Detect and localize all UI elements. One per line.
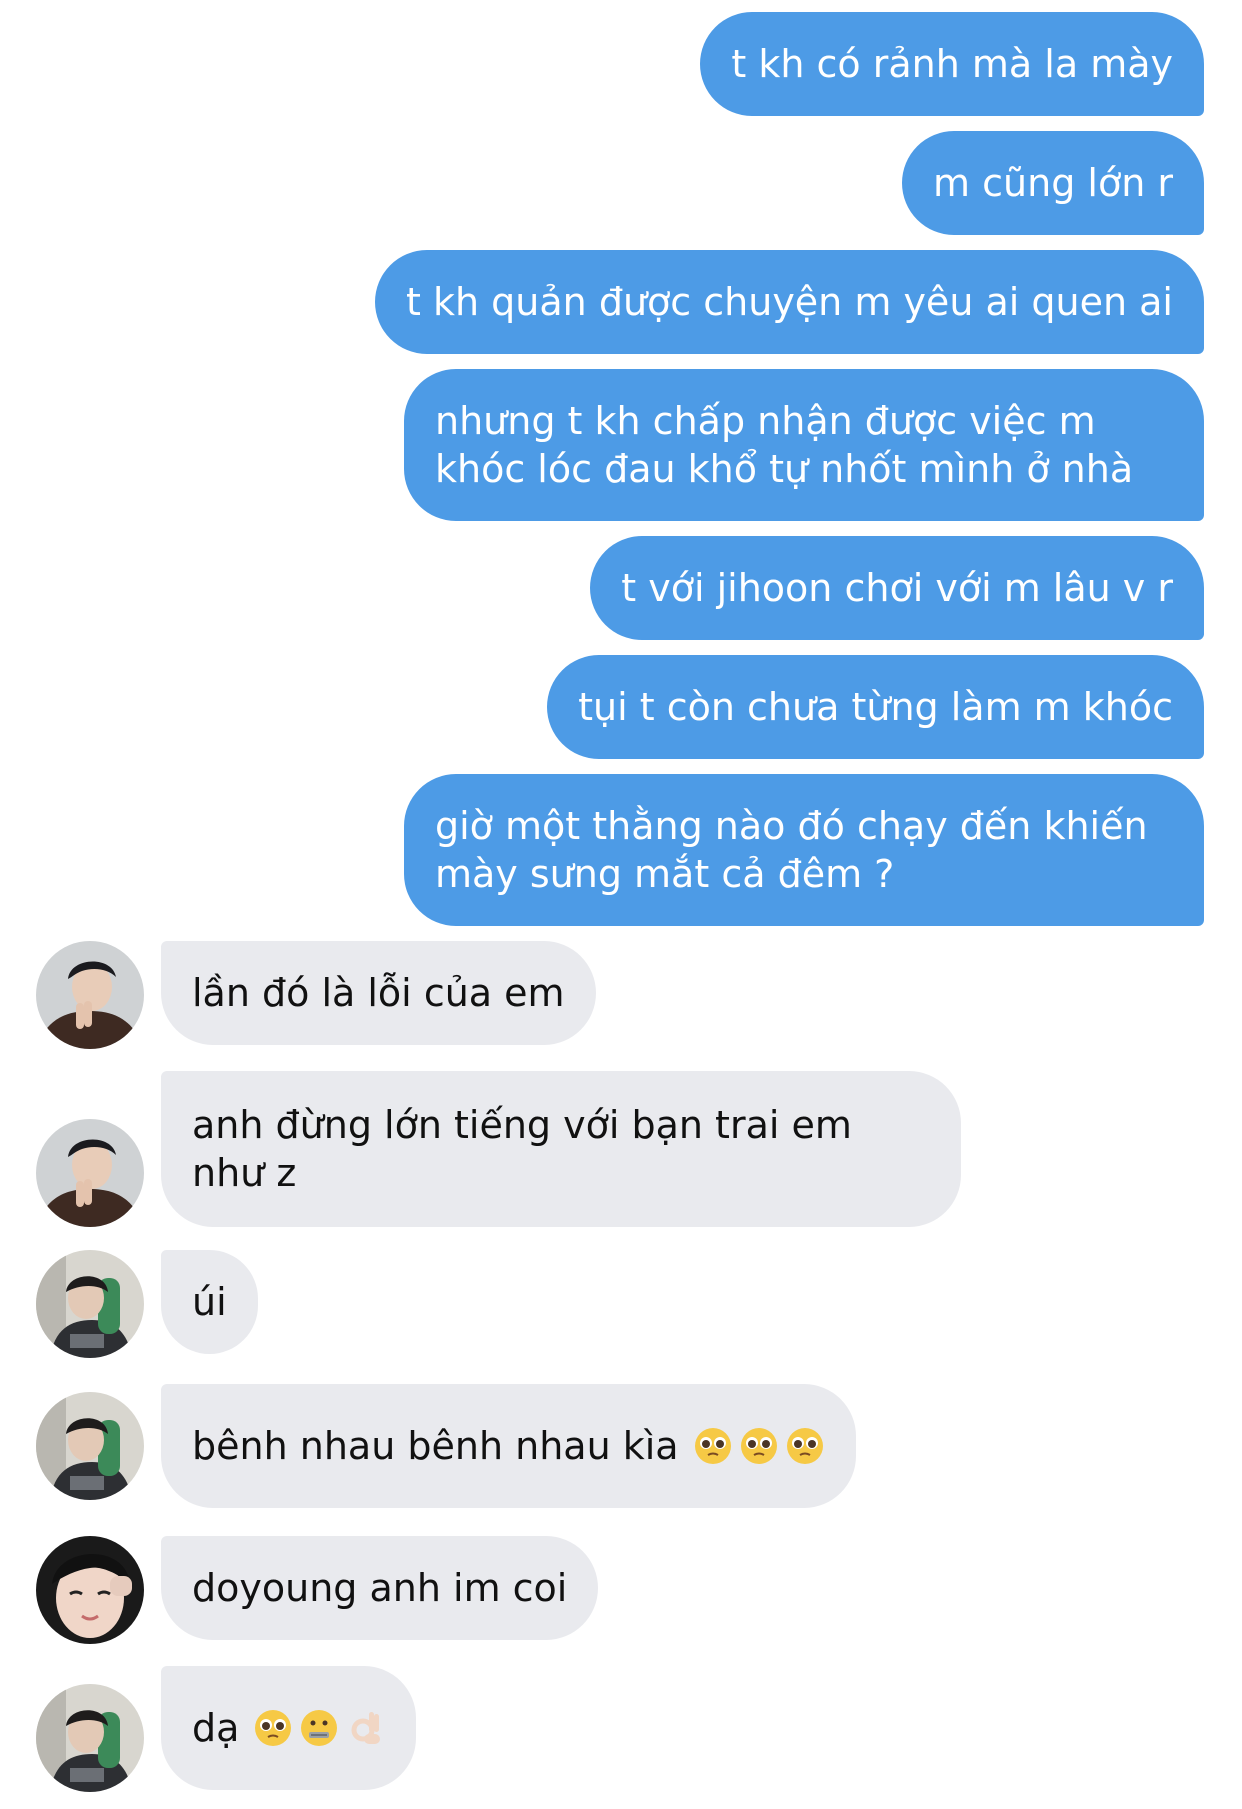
outgoing-message[interactable]: tụi t còn chưa từng làm m khóc (547, 655, 1204, 759)
pleading-face-emoji (253, 1708, 293, 1748)
incoming-message[interactable]: anh đừng lớn tiếng với bạn trai em như z (161, 1071, 961, 1227)
avatar-green-sleeve-image (36, 1392, 144, 1500)
message-thread: t kh có rảnh mà la mày m cũng lớn r t kh… (0, 0, 1242, 1809)
message-text: nhưng t kh chấp nhận được việc m khóc ló… (435, 399, 1134, 491)
avatar-closeup-face[interactable] (36, 1536, 144, 1644)
message-text: anh đừng lớn tiếng với bạn trai em như z (192, 1103, 852, 1195)
avatar-green-sleeve[interactable] (36, 1250, 144, 1358)
message-text: dạ (192, 1706, 240, 1750)
message-text: lần đó là lỗi của em (192, 971, 565, 1015)
avatar-green-sleeve[interactable] (36, 1392, 144, 1500)
pleading-face-emoji (785, 1426, 825, 1466)
outgoing-message[interactable]: t kh quản được chuyện m yêu ai quen ai (375, 250, 1204, 354)
zipper-mouth-face-emoji (299, 1708, 339, 1748)
pleading-face-emoji (739, 1426, 779, 1466)
avatar-brown-jacket[interactable] (36, 1119, 144, 1227)
message-text: m cũng lớn r (933, 161, 1173, 205)
message-text: bênh nhau bênh nhau kìa (192, 1424, 679, 1468)
avatar-brown-jacket-image (36, 941, 144, 1049)
outgoing-message[interactable]: t với jihoon chơi với m lâu v r (590, 536, 1204, 640)
message-text: t với jihoon chơi với m lâu v r (621, 566, 1173, 610)
outgoing-message[interactable]: giờ một thằng nào đó chạy đến khiến mày … (404, 774, 1204, 926)
message-text: úi (192, 1280, 227, 1324)
message-text: tụi t còn chưa từng làm m khóc (578, 685, 1173, 729)
outgoing-message[interactable]: m cũng lớn r (902, 131, 1204, 235)
avatar-green-sleeve[interactable] (36, 1684, 144, 1792)
message-text: t kh quản được chuyện m yêu ai quen ai (406, 280, 1173, 324)
incoming-message[interactable]: doyoung anh im coi (161, 1536, 599, 1640)
message-text: giờ một thằng nào đó chạy đến khiến mày … (435, 804, 1148, 896)
incoming-message[interactable]: dạ (161, 1666, 417, 1790)
message-text: t kh có rảnh mà la mày (731, 42, 1173, 86)
avatar-green-sleeve-image (36, 1250, 144, 1358)
avatar-closeup-face-image (36, 1536, 144, 1644)
avatar-brown-jacket[interactable] (36, 941, 144, 1049)
incoming-message[interactable]: bênh nhau bênh nhau kìa (161, 1384, 856, 1508)
message-text: doyoung anh im coi (192, 1566, 568, 1610)
incoming-message[interactable]: lần đó là lỗi của em (161, 941, 596, 1045)
ok-hand-emoji (345, 1708, 385, 1748)
pleading-face-emoji (693, 1426, 733, 1466)
incoming-message[interactable]: úi (161, 1250, 258, 1354)
avatar-brown-jacket-image (36, 1119, 144, 1227)
outgoing-message[interactable]: t kh có rảnh mà la mày (700, 12, 1204, 116)
avatar-green-sleeve-image (36, 1684, 144, 1792)
outgoing-message[interactable]: nhưng t kh chấp nhận được việc m khóc ló… (404, 369, 1204, 521)
